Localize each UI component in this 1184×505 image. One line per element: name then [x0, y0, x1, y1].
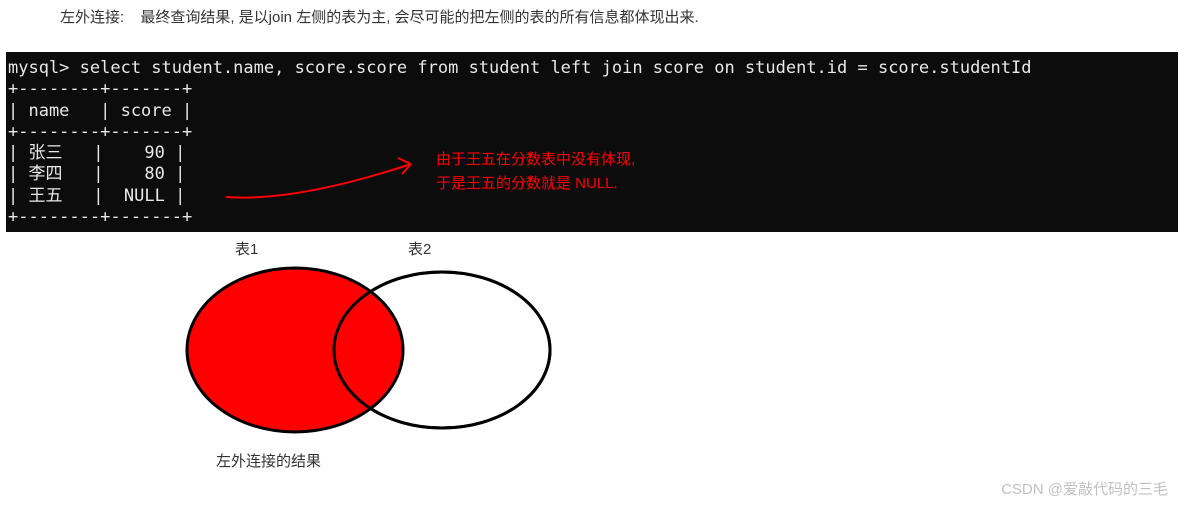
venn-label-table2: 表2 [408, 238, 431, 259]
annotation-line2: 于是王五的分数就是 NULL. [436, 172, 635, 196]
mysql-terminal: mysql> select student.name, score.score … [6, 52, 1178, 232]
table-header-row: | name | score | [8, 101, 1176, 122]
annotation-text: 由于王五在分数表中没有体现, 于是王五的分数就是 NULL. [436, 148, 635, 196]
venn-label-table1: 表1 [235, 238, 258, 259]
annotation-line1: 由于王五在分数表中没有体现, [436, 148, 635, 172]
sql-query-line: mysql> select student.name, score.score … [8, 58, 1176, 79]
table-divider: +--------+-------+ [8, 207, 1176, 228]
header-text: 左外连接: 最终查询结果, 是以join 左侧的表为主, 会尽可能的把左侧的表的… [60, 6, 699, 27]
venn-svg [180, 260, 580, 450]
join-type-label: 左外连接: [60, 9, 124, 26]
table-divider: +--------+-------+ [8, 122, 1176, 143]
join-description: 最终查询结果, 是以join 左侧的表为主, 会尽可能的把左侧的表的所有信息都体… [140, 9, 698, 26]
table-divider: +--------+-------+ [8, 79, 1176, 100]
csdn-watermark: CSDN @爱敲代码的三毛 [1001, 478, 1168, 499]
venn-caption: 左外连接的结果 [216, 450, 321, 471]
